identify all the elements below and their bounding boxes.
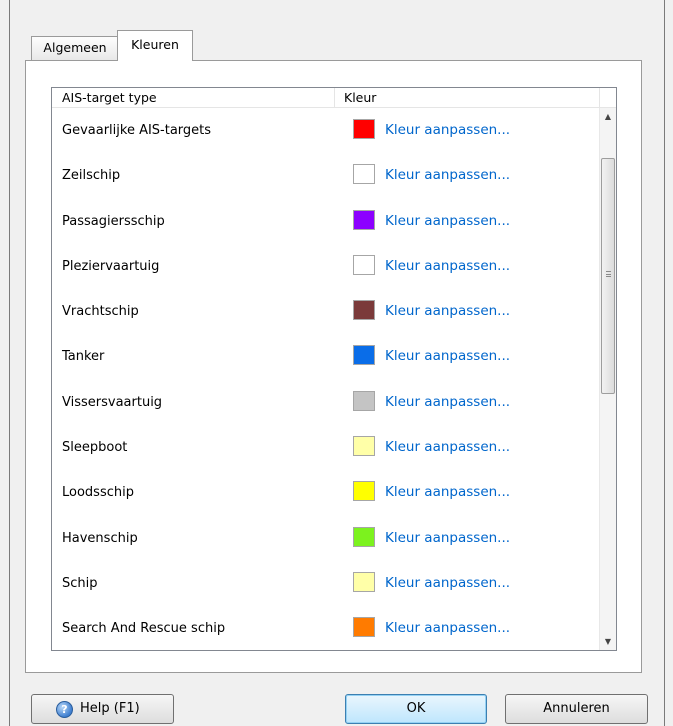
down-arrow-icon[interactable]: ▼ xyxy=(600,633,616,650)
change-color-link[interactable]: Kleur aanpassen... xyxy=(385,199,510,244)
ais-target-type-label: Zeilschip xyxy=(62,168,121,184)
help-icon: ? xyxy=(56,701,73,718)
list-item[interactable]: Loodsschip Kleur aanpassen... xyxy=(52,470,599,515)
tab-algemeen[interactable]: Algemeen xyxy=(31,36,119,60)
grip-icon xyxy=(606,271,611,277)
vertical-scrollbar[interactable]: ▲ ▼ xyxy=(599,108,616,650)
ais-color-list: AIS-target type Kleur Gevaarlijke AIS-ta… xyxy=(51,87,617,651)
color-swatch[interactable] xyxy=(353,481,375,502)
help-button-label: Help (F1) xyxy=(80,701,140,716)
ais-target-type-label: Tanker xyxy=(62,349,105,365)
change-color-link[interactable]: Kleur aanpassen... xyxy=(385,606,510,650)
change-color-link[interactable]: Kleur aanpassen... xyxy=(385,470,510,515)
color-swatch[interactable] xyxy=(353,119,375,139)
help-button[interactable]: ? Help (F1) xyxy=(31,694,174,724)
list-item[interactable]: Gevaarlijke AIS-targets Kleur aanpassen..… xyxy=(52,108,599,153)
window-frame-right xyxy=(664,0,665,726)
list-item[interactable]: Passagiersschip Kleur aanpassen... xyxy=(52,199,599,244)
color-swatch[interactable] xyxy=(353,390,375,411)
ais-target-type-label: Loodsschip xyxy=(62,485,134,501)
color-swatch[interactable] xyxy=(353,436,375,457)
list-item[interactable]: Sleepboot Kleur aanpassen... xyxy=(52,425,599,470)
change-color-link[interactable]: Kleur aanpassen... xyxy=(385,153,510,198)
cancel-button[interactable]: Annuleren xyxy=(505,694,648,724)
color-swatch[interactable] xyxy=(353,300,375,321)
ais-target-type-label: Gevaarlijke AIS-targets xyxy=(62,123,212,138)
change-color-link[interactable]: Kleur aanpassen... xyxy=(385,289,510,334)
ais-target-type-label: Vrachtschip xyxy=(62,304,139,320)
change-color-link[interactable]: Kleur aanpassen... xyxy=(385,561,510,606)
list-item[interactable]: Schip Kleur aanpassen... xyxy=(52,561,599,606)
ais-target-type-label: Vissersvaartuig xyxy=(62,394,163,410)
column-header-color[interactable]: Kleur xyxy=(335,88,600,107)
change-color-link[interactable]: Kleur aanpassen... xyxy=(385,380,510,425)
ok-button[interactable]: OK xyxy=(345,694,487,724)
list-item[interactable]: Vissersvaartuig Kleur aanpassen... xyxy=(52,380,599,425)
change-color-link[interactable]: Kleur aanpassen... xyxy=(385,516,510,561)
list-item[interactable]: Pleziervaartuig Kleur aanpassen... xyxy=(52,244,599,289)
list-item[interactable]: Vrachtschip Kleur aanpassen... xyxy=(52,289,599,334)
color-swatch[interactable] xyxy=(353,345,375,366)
color-swatch[interactable] xyxy=(353,526,375,547)
change-color-link[interactable]: Kleur aanpassen... xyxy=(385,425,510,470)
color-swatch[interactable] xyxy=(353,209,375,230)
window-frame-left xyxy=(9,0,10,726)
list-rows: Gevaarlijke AIS-targets Kleur aanpassen..… xyxy=(52,108,599,650)
ais-target-type-label: Pleziervaartuig xyxy=(62,258,160,274)
scrollbar-thumb[interactable] xyxy=(601,158,615,394)
colors-tab-panel: AIS-target type Kleur Gevaarlijke AIS-ta… xyxy=(25,60,642,673)
column-header-type[interactable]: AIS-target type xyxy=(52,88,335,107)
list-header: AIS-target type Kleur xyxy=(52,88,616,108)
color-swatch[interactable] xyxy=(353,571,375,592)
change-color-link[interactable]: Kleur aanpassen... xyxy=(385,108,510,153)
color-swatch[interactable] xyxy=(353,164,375,185)
change-color-link[interactable]: Kleur aanpassen... xyxy=(385,244,510,289)
ais-target-type-label: Schip xyxy=(62,575,98,591)
list-item[interactable]: Havenschip Kleur aanpassen... xyxy=(52,516,599,561)
change-color-link[interactable]: Kleur aanpassen... xyxy=(385,334,510,379)
color-swatch[interactable] xyxy=(353,254,375,275)
up-arrow-icon[interactable]: ▲ xyxy=(600,108,616,125)
ais-target-type-label: Search And Rescue schip xyxy=(62,621,226,637)
list-item[interactable]: Zeilschip Kleur aanpassen... xyxy=(52,153,599,198)
list-item[interactable]: Search And Rescue schip Kleur aanpassen..… xyxy=(52,606,599,650)
ais-target-type-label: Havenschip xyxy=(62,530,138,546)
tab-kleuren[interactable]: Kleuren xyxy=(117,30,193,61)
list-item[interactable]: Tanker Kleur aanpassen... xyxy=(52,334,599,379)
ais-target-type-label: Passagiersschip xyxy=(62,213,165,229)
ais-target-type-label: Sleepboot xyxy=(62,440,128,456)
color-swatch[interactable] xyxy=(353,617,375,638)
